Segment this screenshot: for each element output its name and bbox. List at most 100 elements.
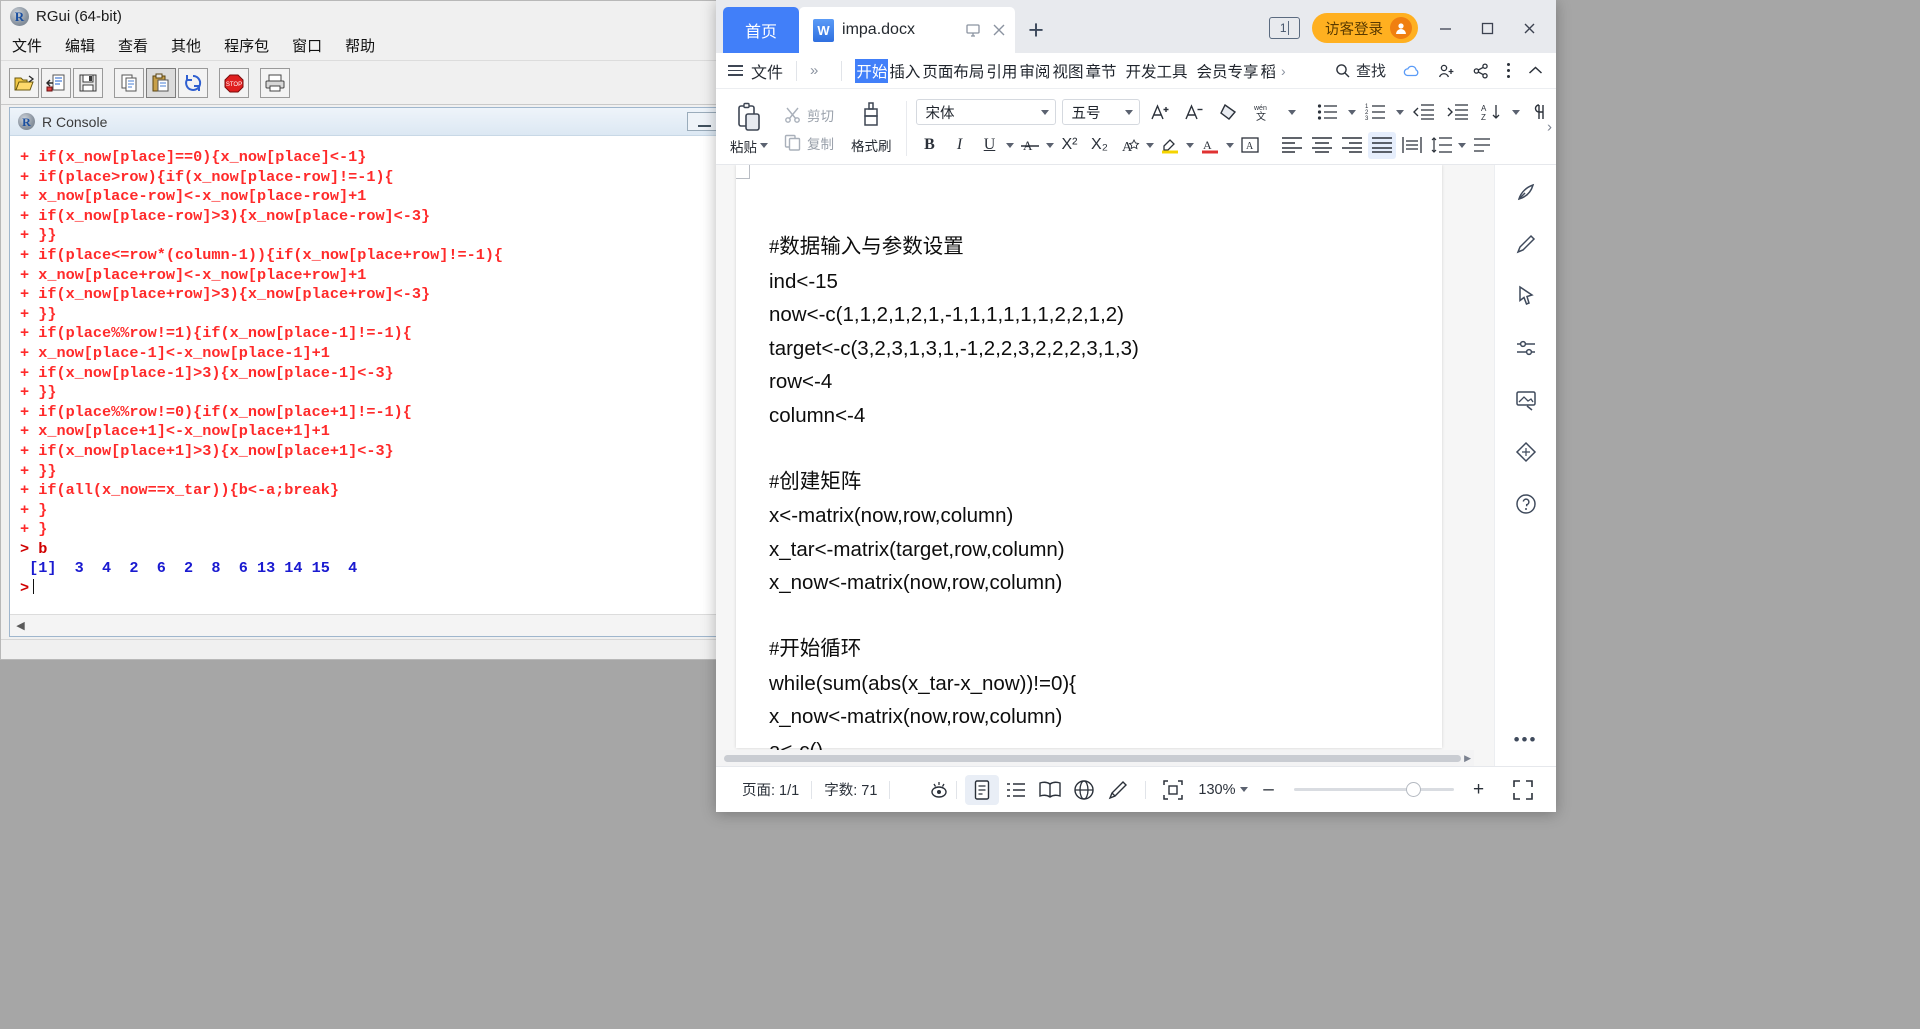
- r-console-output[interactable]: + if(x_now[place]==0){x_now[place]<-1} +…: [10, 136, 730, 636]
- ribbon-tab-view[interactable]: 视图: [1051, 59, 1084, 83]
- wps-document-area[interactable]: #数据输入与参数设置 ind<-15 now<-c(1,1,2,1,2,1,-1…: [716, 165, 1556, 766]
- rgui-menu-file[interactable]: 文件: [12, 35, 42, 56]
- clip-board-pen-icon[interactable]: [1511, 177, 1541, 207]
- align-distribute-button[interactable]: [1398, 132, 1426, 159]
- pin-window-icon[interactable]: [965, 22, 981, 38]
- chevron-double-right-icon[interactable]: »: [810, 62, 818, 79]
- zoom-in-button[interactable]: +: [1466, 777, 1492, 803]
- chevron-down-icon[interactable]: [1005, 142, 1014, 148]
- chevron-down-icon[interactable]: [1225, 142, 1234, 148]
- cut-button[interactable]: 剪切: [784, 105, 834, 125]
- ribbon-tab-reference[interactable]: 引用: [985, 59, 1018, 83]
- help-icon[interactable]: [1511, 489, 1541, 519]
- chevron-down-icon[interactable]: [1124, 109, 1133, 115]
- fit-page-icon[interactable]: [1156, 775, 1190, 805]
- char-border-button[interactable]: A: [1236, 132, 1264, 159]
- stop-icon[interactable]: STOP: [219, 67, 249, 98]
- ribbon-tab-insert[interactable]: 插入: [888, 59, 921, 83]
- rgui-menu-misc[interactable]: 其他: [171, 35, 201, 56]
- line-spacing-button[interactable]: [1428, 132, 1456, 159]
- sort-button[interactable]: AZ: [1478, 99, 1506, 126]
- document-page[interactable]: #数据输入与参数设置 ind<-15 now<-c(1,1,2,1,2,1,-1…: [736, 165, 1442, 762]
- rgui-menu-help[interactable]: 帮助: [345, 35, 375, 56]
- chevron-down-icon[interactable]: [1045, 142, 1054, 148]
- zoom-slider[interactable]: [1293, 782, 1454, 797]
- scrollbar-thumb[interactable]: [724, 754, 1462, 762]
- minimize-button[interactable]: [1430, 13, 1460, 43]
- maximize-button[interactable]: [1472, 13, 1502, 43]
- chevron-down-icon[interactable]: [1145, 142, 1154, 148]
- paste-icon[interactable]: [146, 67, 176, 98]
- close-button[interactable]: [1514, 13, 1544, 43]
- zoom-control[interactable]: 130%: [1190, 782, 1248, 798]
- clear-format-button[interactable]: [1214, 99, 1242, 126]
- ribbon-tab-section[interactable]: 章节: [1084, 59, 1117, 83]
- read-view-icon[interactable]: [1033, 775, 1067, 805]
- subscript-button[interactable]: X₂: [1086, 132, 1114, 159]
- document-horizontal-scrollbar[interactable]: ▶: [716, 750, 1474, 766]
- web-view-icon[interactable]: [1067, 775, 1101, 805]
- chevron-down-icon[interactable]: [1185, 142, 1194, 148]
- diamond-icon[interactable]: [1511, 437, 1541, 467]
- char-effect-button[interactable]: A: [1116, 132, 1144, 159]
- align-justify-button[interactable]: [1367, 131, 1396, 159]
- ribbon-tab-extra[interactable]: 稻: [1260, 59, 1278, 83]
- rgui-menu-windows[interactable]: 窗口: [292, 35, 322, 56]
- save-icon[interactable]: [73, 67, 103, 98]
- expand-ribbon-icon[interactable]: ›: [1547, 118, 1552, 135]
- superscript-button[interactable]: X²: [1056, 132, 1084, 159]
- underline-button[interactable]: U: [976, 132, 1004, 159]
- format-painter-button[interactable]: 格式刷: [846, 102, 897, 155]
- rgui-menu-packages[interactable]: 程序包: [224, 35, 269, 56]
- ribbon-tab-layout[interactable]: 页面布局: [921, 59, 985, 83]
- search-button[interactable]: 查找: [1335, 60, 1386, 81]
- font-size-combo[interactable]: 五号: [1061, 99, 1140, 125]
- font-family-combo[interactable]: 宋体: [915, 99, 1056, 125]
- ribbon-tab-review[interactable]: 审阅: [1018, 59, 1051, 83]
- pinyin-guide-button[interactable]: wén 文: [1248, 99, 1282, 126]
- chevron-down-icon[interactable]: [1395, 109, 1404, 115]
- pen-icon[interactable]: [1511, 229, 1541, 259]
- edit-pen-icon[interactable]: [1101, 775, 1135, 805]
- chevron-down-icon[interactable]: [1040, 109, 1049, 115]
- decrease-indent-button[interactable]: [1410, 99, 1438, 126]
- sidebar-more-icon[interactable]: •••: [1514, 730, 1538, 750]
- chevron-down-icon[interactable]: [1457, 142, 1466, 148]
- tab-document[interactable]: W impa.docx: [799, 7, 1016, 53]
- close-icon[interactable]: [991, 22, 1007, 38]
- ribbon-tab-member[interactable]: 会员专享: [1195, 59, 1259, 83]
- login-button[interactable]: 访客登录: [1312, 13, 1418, 43]
- highlight-color-button[interactable]: [1156, 132, 1184, 159]
- rgui-menu-edit[interactable]: 编辑: [65, 35, 95, 56]
- font-color-button[interactable]: A: [1196, 132, 1224, 159]
- copy-button[interactable]: 复制: [784, 133, 834, 153]
- open-folder-icon[interactable]: [9, 67, 39, 98]
- chevron-right-icon[interactable]: ›: [1281, 63, 1286, 79]
- chevron-down-icon[interactable]: [1511, 109, 1520, 115]
- align-left-button[interactable]: [1278, 132, 1306, 159]
- strikethrough-button[interactable]: A: [1016, 132, 1044, 159]
- copy-paste-icon[interactable]: [178, 67, 208, 98]
- page-view-icon[interactable]: [965, 774, 1000, 805]
- italic-button[interactable]: I: [946, 132, 974, 159]
- settings-slider-icon[interactable]: [1511, 333, 1541, 363]
- bold-button[interactable]: B: [916, 132, 944, 159]
- grow-font-button[interactable]: [1146, 99, 1174, 126]
- shrink-font-button[interactable]: [1180, 99, 1208, 126]
- copy-icon[interactable]: [114, 67, 144, 98]
- zoom-out-button[interactable]: –: [1256, 777, 1282, 803]
- file-menu-button[interactable]: 文件: [751, 59, 783, 83]
- paste-button[interactable]: 粘贴: [724, 102, 774, 156]
- ribbon-tab-developer[interactable]: 开发工具: [1124, 59, 1188, 83]
- user-share-icon[interactable]: [1438, 63, 1456, 79]
- chevron-down-icon[interactable]: [1347, 109, 1356, 115]
- paragraph-extra-button[interactable]: [1468, 132, 1496, 159]
- chevron-down-icon[interactable]: [760, 143, 768, 148]
- collapse-ribbon-icon[interactable]: [1527, 64, 1544, 78]
- outline-view-icon[interactable]: [999, 775, 1033, 805]
- cursor-icon[interactable]: [1511, 281, 1541, 311]
- numbering-button[interactable]: 123: [1362, 99, 1390, 126]
- rgui-menu-view[interactable]: 查看: [118, 35, 148, 56]
- align-center-button[interactable]: [1308, 132, 1336, 159]
- image-stamp-icon[interactable]: [1511, 385, 1541, 415]
